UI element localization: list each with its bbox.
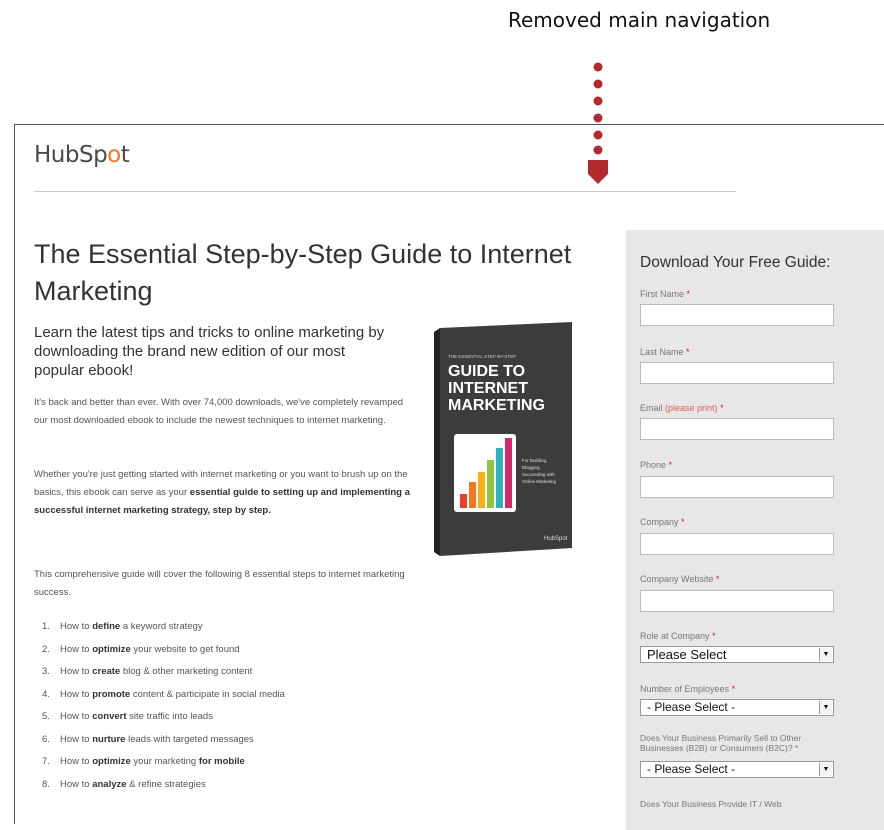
select-arrow-icon: ▼ — [819, 763, 832, 776]
last-name-label: Last Name * — [640, 347, 690, 357]
annotation-label: Removed main navigation — [508, 8, 771, 32]
employees-select[interactable]: - Please Select - ▼ — [640, 699, 834, 716]
employees-label: Number of Employees * — [640, 684, 736, 694]
screenshot-frame-top — [14, 124, 884, 125]
page-title: The Essential Step-by-Step Guide to Inte… — [34, 239, 572, 306]
email-field[interactable] — [640, 418, 834, 440]
first-name-label: First Name * — [640, 289, 691, 299]
steps-intro: This comprehensive guide will cover the … — [34, 569, 405, 598]
svg-text:Succeeding with: Succeeding with — [522, 472, 555, 477]
step-item: 1. How to define a keyword strategy — [42, 621, 203, 632]
dotted-arrow-icon — [588, 62, 608, 184]
form-heading: Download Your Free Guide: — [640, 254, 831, 271]
description-paragraph: Whether you're just getting started with… — [34, 469, 410, 516]
book-brand: HubSpot — [544, 536, 568, 542]
select-arrow-icon: ▼ — [819, 701, 832, 714]
svg-text:For Building,: For Building, — [522, 458, 547, 463]
phone-field[interactable] — [640, 476, 834, 498]
lead-text: Learn the latest tips and tricks to onli… — [34, 324, 385, 379]
step-item: 7. How to optimize your marketing for mob… — [42, 756, 245, 767]
website-field[interactable] — [640, 590, 834, 612]
book-title-3: MARKETING — [448, 397, 545, 414]
step-item: 8. How to analyze & refine strategies — [42, 778, 206, 790]
ebook-cover-image: THE ESSENTIAL STEP-BY-STEP GUIDE TO INTE… — [434, 322, 572, 556]
hubspot-logo[interactable]: HubSpot — [34, 142, 130, 168]
first-name-field[interactable] — [640, 304, 834, 326]
step-item: 3. How to create blog & other marketing c… — [42, 666, 253, 677]
phone-label: Phone * — [640, 460, 673, 470]
website-label: Company Website * — [640, 574, 720, 584]
sprocket-icon: o — [107, 142, 121, 168]
select-arrow-icon: ▼ — [819, 648, 832, 661]
intro-paragraph: It's back and better than ever. With ove… — [34, 397, 404, 426]
b2b-label: Does Your Business Primarily Sell to Oth… — [640, 733, 802, 753]
step-item: 2. How to optimize your website to get fo… — [42, 643, 240, 655]
svg-text:Blogging,: Blogging, — [522, 465, 541, 470]
email-label: Email (please print) * — [640, 403, 724, 413]
company-field[interactable] — [640, 533, 834, 555]
steps-list: 1. How to define a keyword strategy 2. How … — [34, 616, 414, 796]
step-item: 4. How to promote content & participate i… — [42, 688, 285, 700]
book-title-1: GUIDE TO — [448, 363, 525, 380]
book-kicker: THE ESSENTIAL STEP-BY-STEP — [448, 354, 516, 359]
it-services-label: Does Your Business Provide IT / Web — [640, 799, 782, 809]
step-item: 5. How to convert site traffic into leads — [42, 711, 213, 722]
b2b-select[interactable]: - Please Select - ▼ — [640, 761, 834, 778]
download-form: Download Your Free Guide: First Name * L… — [626, 230, 884, 830]
last-name-field[interactable] — [640, 362, 834, 384]
header-divider — [34, 191, 736, 192]
book-title-2: INTERNET — [448, 380, 528, 397]
svg-text:Online Marketing: Online Marketing — [522, 479, 557, 484]
company-label: Company * — [640, 517, 685, 527]
role-label: Role at Company * — [640, 631, 716, 641]
step-item: 6. How to nurture leads with targeted mes… — [42, 733, 254, 745]
screenshot-frame-left — [14, 124, 15, 824]
role-select[interactable]: Please Select ▼ — [640, 646, 834, 663]
